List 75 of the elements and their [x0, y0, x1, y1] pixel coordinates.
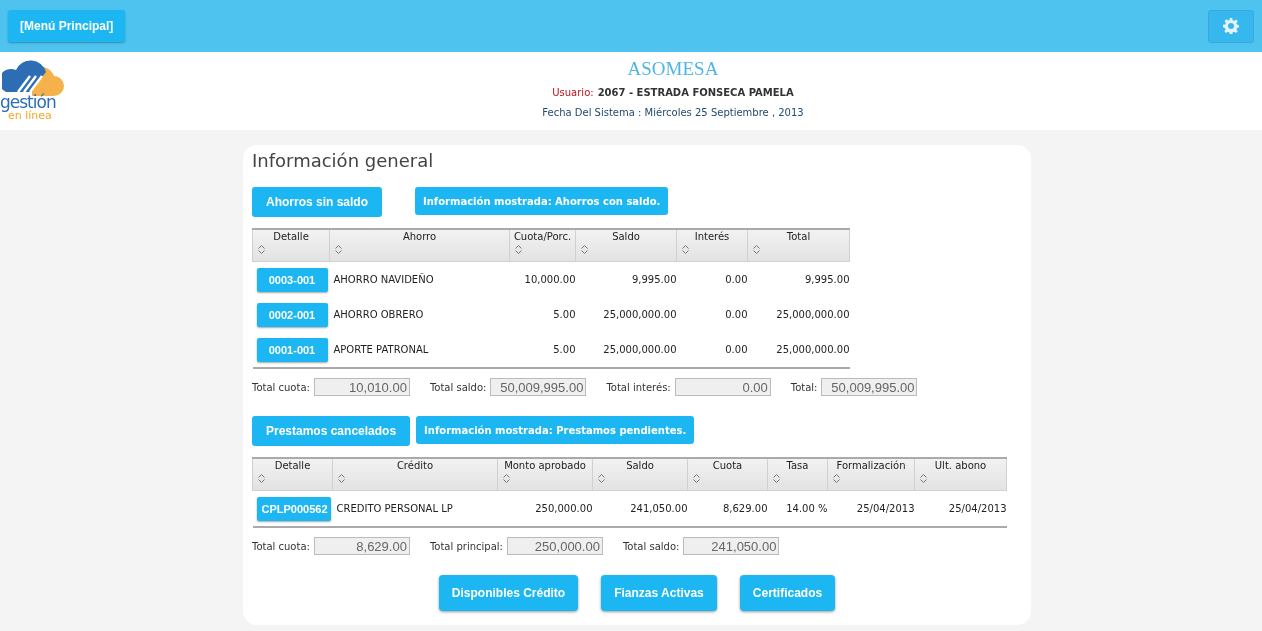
- table-cell: 250,000.00: [535, 503, 593, 514]
- column-header[interactable]: Monto aprobado: [497, 458, 593, 491]
- table-cell: 9,995.00: [804, 274, 850, 285]
- sort-icon: [773, 474, 780, 483]
- column-header[interactable]: Cuota/Porc.: [509, 229, 576, 262]
- sort-icon: [833, 474, 840, 483]
- info-badge: Información mostrada: Prestamos pendientes.: [416, 416, 695, 444]
- table-cell: 14.00 %: [786, 503, 828, 514]
- column-header[interactable]: Saldo: [592, 458, 688, 491]
- column-header[interactable]: Interés: [676, 229, 748, 262]
- system-date: Fecha Del Sistema : Miércoles 25 Septiembre , 2013: [542, 107, 804, 118]
- column-header[interactable]: Total: [747, 229, 850, 262]
- table-cell: 25,000,000.00: [603, 309, 677, 320]
- table-cell: 25,000,000.00: [776, 344, 850, 355]
- sort-icon: [338, 474, 345, 483]
- table-cell: 25,000,000.00: [603, 344, 677, 355]
- total-label: Total interés:: [606, 381, 671, 393]
- column-header[interactable]: Detalle: [252, 458, 333, 491]
- table-cell: 0.00: [725, 344, 748, 355]
- total-label: Total saldo:: [429, 381, 487, 393]
- total-label: Total principal:: [429, 540, 503, 552]
- company-title: ASOMESA: [627, 57, 719, 81]
- sort-icon: [598, 474, 605, 483]
- total-field[interactable]: 241,050.00: [683, 537, 780, 555]
- table-cell: 241,050.00: [630, 503, 688, 514]
- column-header[interactable]: Cuota: [687, 458, 768, 491]
- column-header[interactable]: Ult. abono: [914, 458, 1007, 491]
- sort-icon: [693, 474, 700, 483]
- table-cell: 8,629.00: [722, 503, 768, 514]
- total-field[interactable]: 8,629.00: [313, 537, 410, 555]
- column-header[interactable]: Ahorro: [329, 229, 510, 262]
- logo-tagline: en línea: [8, 110, 52, 122]
- table-cell: 5.00: [553, 344, 576, 355]
- user-label: Usuario:: [552, 87, 594, 98]
- total-field[interactable]: 0.00: [674, 378, 771, 396]
- sort-icon: [503, 474, 510, 483]
- column-header[interactable]: Detalle: [252, 229, 330, 262]
- table-cell: 25/04/2013: [856, 503, 915, 514]
- total-label: Total:: [790, 381, 818, 393]
- column-header[interactable]: Tasa: [767, 458, 828, 491]
- table-cell: 25/04/2013: [948, 503, 1007, 514]
- sort-icon: [920, 474, 927, 483]
- settings-icon: [1223, 18, 1239, 34]
- total-field[interactable]: 10,010.00: [313, 378, 410, 396]
- sort-icon: [335, 245, 342, 254]
- sort-icon: [753, 245, 760, 254]
- info-badge: Información mostrada: Ahorros con saldo.: [415, 187, 669, 215]
- table-cell: 0.00: [725, 274, 748, 285]
- column-header[interactable]: Formalización: [827, 458, 915, 491]
- sort-icon: [581, 245, 588, 254]
- user-name: 2067 - ESTRADA FONSECA PAMELA: [597, 87, 794, 98]
- total-field[interactable]: 250,000.00: [506, 537, 603, 555]
- logo-text: gestión: [0, 94, 56, 110]
- table-cell: AHORRO NAVIDEÑO: [333, 274, 434, 285]
- sort-icon: [258, 474, 265, 483]
- sort-icon: [682, 245, 689, 254]
- sort-icon: [515, 245, 522, 254]
- table-cell: 9,995.00: [631, 274, 677, 285]
- total-label: Total cuota:: [252, 381, 310, 393]
- total-label: Total cuota:: [252, 540, 310, 552]
- section-title: Información general: [252, 150, 435, 171]
- total-label: Total saldo:: [622, 540, 680, 552]
- table-cell: 25,000,000.00: [776, 309, 850, 320]
- settings-button[interactable]: [1208, 9, 1254, 43]
- column-header[interactable]: Crédito: [332, 458, 498, 491]
- sort-icon: [258, 245, 265, 254]
- table-cell: CREDITO PERSONAL LP: [336, 503, 453, 514]
- table-cell: 0.00: [725, 309, 748, 320]
- table-cell: AHORRO OBRERO: [333, 309, 424, 320]
- column-header[interactable]: Saldo: [575, 229, 677, 262]
- table-cell: 5.00: [553, 309, 576, 320]
- table-cell: 10,000.00: [524, 274, 576, 285]
- total-field[interactable]: 50,009,995.00: [490, 378, 587, 396]
- table-cell: APORTE PATRONAL: [333, 344, 429, 355]
- total-field[interactable]: 50,009,995.00: [821, 378, 918, 396]
